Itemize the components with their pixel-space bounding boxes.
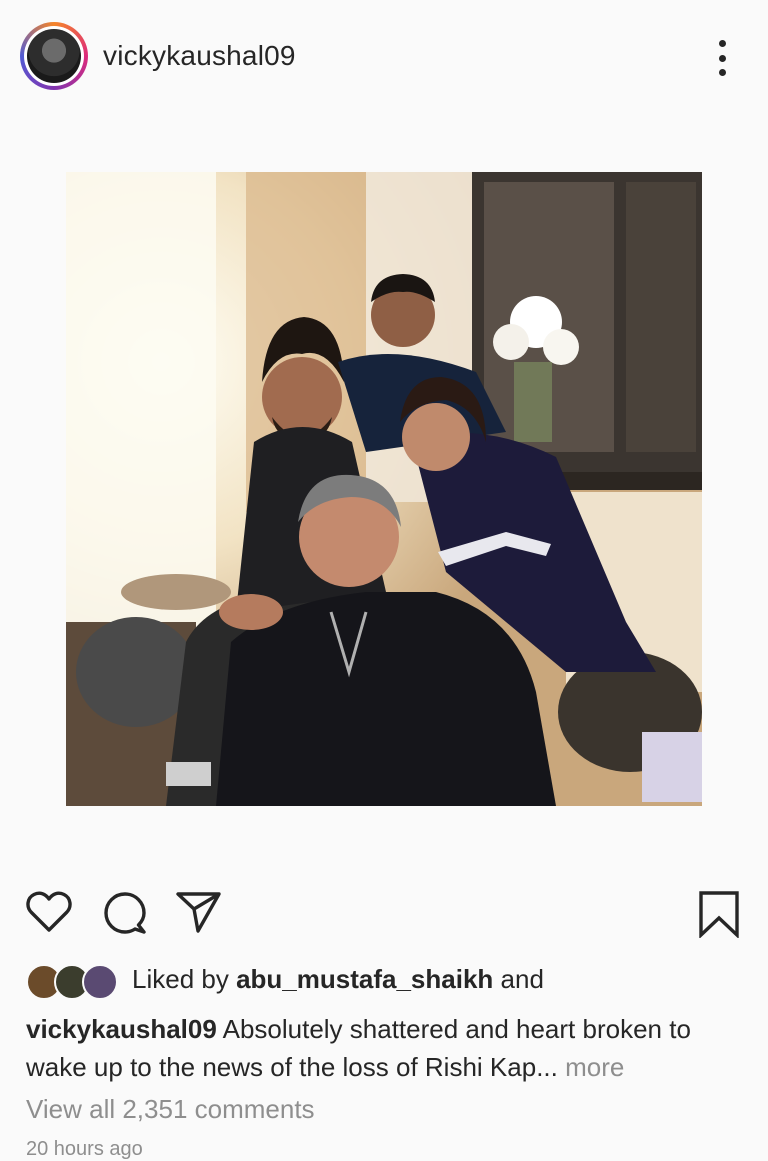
likes-text: Liked by abu_mustafa_shaikh and [132, 964, 544, 995]
likes-suffix[interactable]: and [493, 964, 544, 994]
profile-avatar-icon [27, 29, 81, 83]
comment-icon[interactable] [102, 890, 148, 941]
more-vertical-icon[interactable] [712, 40, 732, 76]
caption-username[interactable]: vickykaushal09 [26, 1014, 217, 1044]
heart-icon[interactable] [26, 890, 72, 939]
liker-avatars[interactable] [26, 962, 126, 1000]
likes-row: Liked by abu_mustafa_shaikh and [26, 962, 766, 1000]
action-bar [0, 890, 768, 946]
view-all-comments-link[interactable]: View all 2,351 comments [26, 1094, 315, 1125]
post-photo[interactable] [66, 172, 702, 806]
likes-user-link[interactable]: abu_mustafa_shaikh [236, 964, 493, 994]
caption: vickykaushal09 Absolutely shattered and … [26, 1010, 746, 1086]
story-ring[interactable] [20, 22, 88, 90]
post-header: vickykaushal09 [0, 0, 768, 110]
likes-prefix: Liked by [132, 964, 237, 994]
avatar[interactable] [24, 26, 84, 86]
bookmark-icon[interactable] [698, 890, 740, 943]
post-timestamp: 20 hours ago [26, 1138, 143, 1160]
post-username[interactable]: vickykaushal09 [103, 40, 296, 72]
caption-more-link[interactable]: more [558, 1052, 624, 1082]
caption-ellipsis: ... [536, 1052, 558, 1082]
liker-avatar[interactable] [82, 964, 118, 1000]
photo-image [66, 172, 702, 806]
send-icon[interactable] [176, 890, 222, 939]
